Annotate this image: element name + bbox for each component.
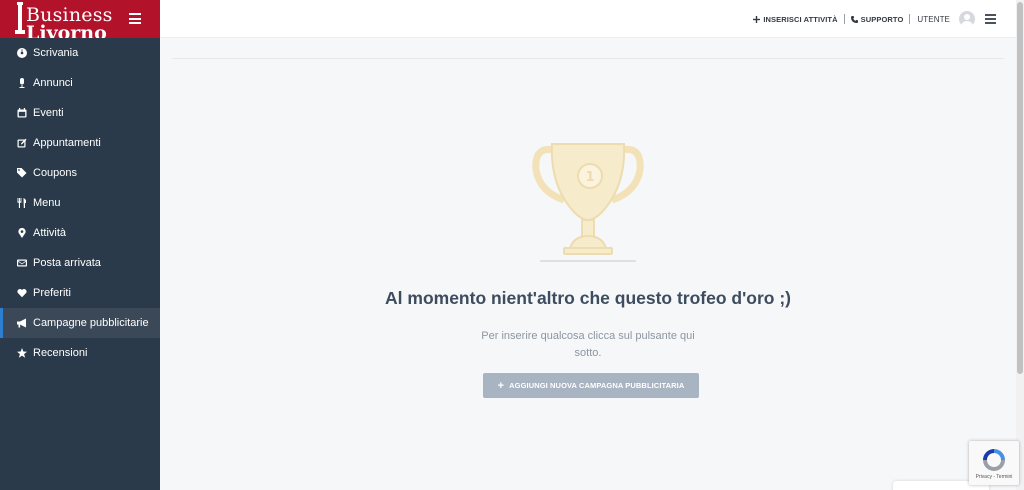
sidebar-item-scrivania[interactable]: Scrivania [0,38,160,68]
edit-icon [17,138,27,148]
add-business-link[interactable]: INSERISCI ATTIVITÀ [753,14,838,24]
avatar[interactable] [959,11,975,27]
sidebar-item-annunci[interactable]: Annunci [0,68,160,98]
tower-logo-icon [15,2,25,34]
sidebar-item-label: Appuntamenti [33,137,101,149]
microphone-icon [17,78,27,88]
phone-icon [850,15,858,23]
calendar-icon [17,108,27,118]
sidebar-item-attivita[interactable]: Attività [0,218,160,248]
plus-icon [753,15,761,23]
user-menu-label[interactable]: UTENTE [917,15,950,24]
add-campaign-label: AGGIUNGI NUOVA CAMPAGNA PUBBLICITARIA [509,381,685,390]
sidebar-item-label: Attività [33,227,67,239]
support-link[interactable]: SUPPORTO [850,14,904,24]
sidebar-item-label: Recensioni [33,347,88,359]
support-label: SUPPORTO [860,14,904,24]
sidebar-toggle-icon[interactable] [129,13,141,24]
sidebar-item-label: Eventi [33,107,64,119]
sidebar-item-posta-arrivata[interactable]: Posta arrivata [0,248,160,278]
cutlery-icon [17,198,27,208]
dashboard-icon [17,48,27,58]
tags-icon [17,168,27,178]
scrollbar[interactable] [1016,0,1024,490]
sidebar-item-campagne-pubblicitarie[interactable]: Campagne pubblicitarie [0,308,160,338]
trophy-icon: 1 [532,143,644,262]
megaphone-icon [17,318,27,328]
brand-name-line2: Livorno [26,22,107,38]
top-actions: INSERISCI ATTIVITÀ SUPPORTO UTENTE [753,0,996,38]
menu-icon[interactable] [985,14,996,24]
envelope-icon [17,258,27,268]
sidebar-item-label: Annunci [33,77,73,89]
separator [909,14,911,24]
add-business-label: INSERISCI ATTIVITÀ [763,14,838,24]
sidebar-item-preferiti[interactable]: Preferiti [0,278,160,308]
sidebar-item-label: Posta arrivata [33,257,101,269]
sidebar-item-label: Scrivania [33,47,79,59]
main-content: 1 Al momento nient'altro che questo trof… [160,38,1016,490]
scrollbar-thumb[interactable] [1017,2,1023,374]
top-bar: INSERISCI ATTIVITÀ SUPPORTO UTENTE [160,0,1016,38]
sidebar-item-label: Preferiti [33,287,71,299]
sidebar: Business Livorno Scrivania Annunci Event… [0,0,160,490]
map-marker-icon [17,228,27,238]
recaptcha-icon [983,449,1005,471]
recaptcha-badge[interactable]: Privacy - Termini [969,441,1019,485]
divider [172,58,1004,59]
sidebar-item-appuntamenti[interactable]: Appuntamenti [0,128,160,158]
plus-icon: + [497,379,505,392]
separator [843,14,845,24]
recaptcha-terms[interactable]: Privacy - Termini [969,474,1019,480]
sidebar-item-label: Menu [33,197,61,209]
svg-text:1: 1 [585,170,594,185]
sidebar-item-recensioni[interactable]: Recensioni [0,338,160,368]
sidebar-item-label: Campagne pubblicitarie [33,317,149,329]
sidebar-item-eventi[interactable]: Eventi [0,98,160,128]
star-icon [17,348,27,358]
sidebar-item-coupons[interactable]: Coupons [0,158,160,188]
add-campaign-button[interactable]: + AGGIUNGI NUOVA CAMPAGNA PUBBLICITARIA [483,373,699,398]
empty-state-headline: Al momento nient'altro che questo trofeo… [385,288,791,308]
empty-state-subtext: Per inserire qualcosa clicca sul pulsant… [481,330,695,359]
brand-header: Business Livorno [0,0,160,38]
sidebar-item-menu[interactable]: Menu [0,188,160,218]
sidebar-item-label: Coupons [33,167,78,179]
sidebar-menu: Scrivania Annunci Eventi Appuntamenti Co… [0,38,160,368]
heart-icon [17,288,27,298]
brand-logo[interactable]: Business Livorno [12,0,118,38]
